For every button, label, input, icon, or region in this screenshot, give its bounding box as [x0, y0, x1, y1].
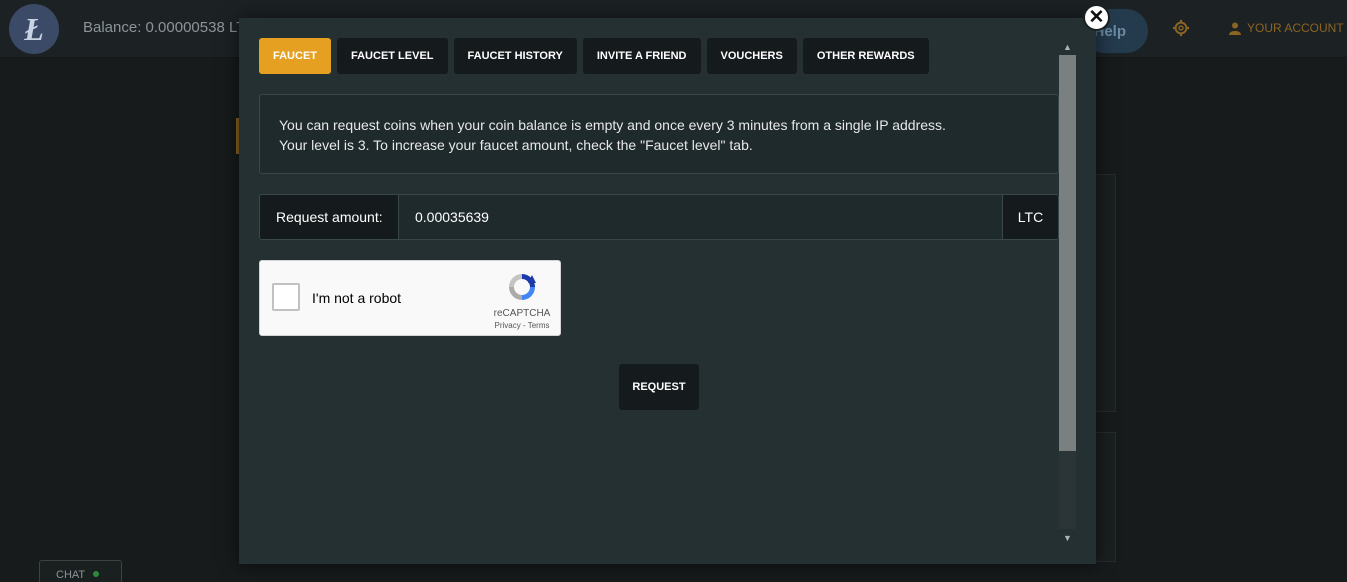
- recaptcha-privacy-terms-links[interactable]: Privacy - Terms: [490, 321, 554, 330]
- scroll-up-icon[interactable]: ▲: [1059, 38, 1076, 55]
- recaptcha-brand: reCAPTCHA: [493, 308, 551, 319]
- tab-invite-a-friend[interactable]: INVITE A FRIEND: [582, 38, 701, 74]
- tab-other-rewards[interactable]: OTHER REWARDS: [802, 38, 929, 74]
- request-amount-label: Request amount:: [260, 195, 399, 239]
- recaptcha-checkbox[interactable]: [272, 283, 300, 311]
- account-menu[interactable]: YOUR ACCOUNT ▾: [1229, 21, 1347, 35]
- scroll-down-icon[interactable]: ▼: [1059, 529, 1076, 546]
- request-amount-field[interactable]: 0.00035639: [399, 195, 1002, 239]
- currency-unit: LTC: [1002, 195, 1058, 239]
- info-text-line: You can request coins when your coin bal…: [279, 117, 946, 133]
- close-button[interactable]: ✕: [1083, 4, 1110, 31]
- close-icon: ✕: [1088, 6, 1105, 28]
- faucet-info-box: You can request coins when your coin bal…: [259, 94, 1059, 174]
- recaptcha-logo-icon: [509, 274, 536, 300]
- info-text-line: Your level is 3. To increase your faucet…: [279, 137, 753, 153]
- settings-gear-icon[interactable]: [1172, 19, 1190, 37]
- account-label: YOUR ACCOUNT: [1247, 21, 1344, 35]
- request-button[interactable]: REQUEST: [619, 364, 699, 410]
- modal-scrollbar[interactable]: ▲ ▼: [1059, 38, 1076, 546]
- online-status-dot: [93, 571, 100, 577]
- tab-faucet-level[interactable]: FAUCET LEVEL: [337, 38, 448, 74]
- tab-faucet-history[interactable]: FAUCET HISTORY: [453, 38, 577, 74]
- recaptcha-widget: I'm not a robot reCAPTCHA Privacy - Term…: [259, 260, 561, 336]
- tab-vouchers[interactable]: VOUCHERS: [706, 38, 797, 74]
- scroll-thumb[interactable]: [1059, 55, 1076, 451]
- litecoin-logo[interactable]: Ł: [9, 4, 59, 54]
- balance-display: Balance: 0.00000538 LTC: [83, 19, 257, 36]
- logo-letter: Ł: [24, 10, 44, 47]
- request-amount-group: Request amount: 0.00035639 LTC: [259, 194, 1059, 240]
- recaptcha-label: I'm not a robot: [312, 290, 402, 306]
- modal-tabs: FAUCET FAUCET LEVEL FAUCET HISTORY INVIT…: [259, 38, 929, 74]
- tab-faucet[interactable]: FAUCET: [259, 38, 331, 74]
- user-icon: [1229, 22, 1241, 35]
- faucet-modal: FAUCET FAUCET LEVEL FAUCET HISTORY INVIT…: [239, 18, 1096, 564]
- chat-label: CHAT: [56, 569, 86, 581]
- chat-tab[interactable]: CHAT: [39, 560, 122, 582]
